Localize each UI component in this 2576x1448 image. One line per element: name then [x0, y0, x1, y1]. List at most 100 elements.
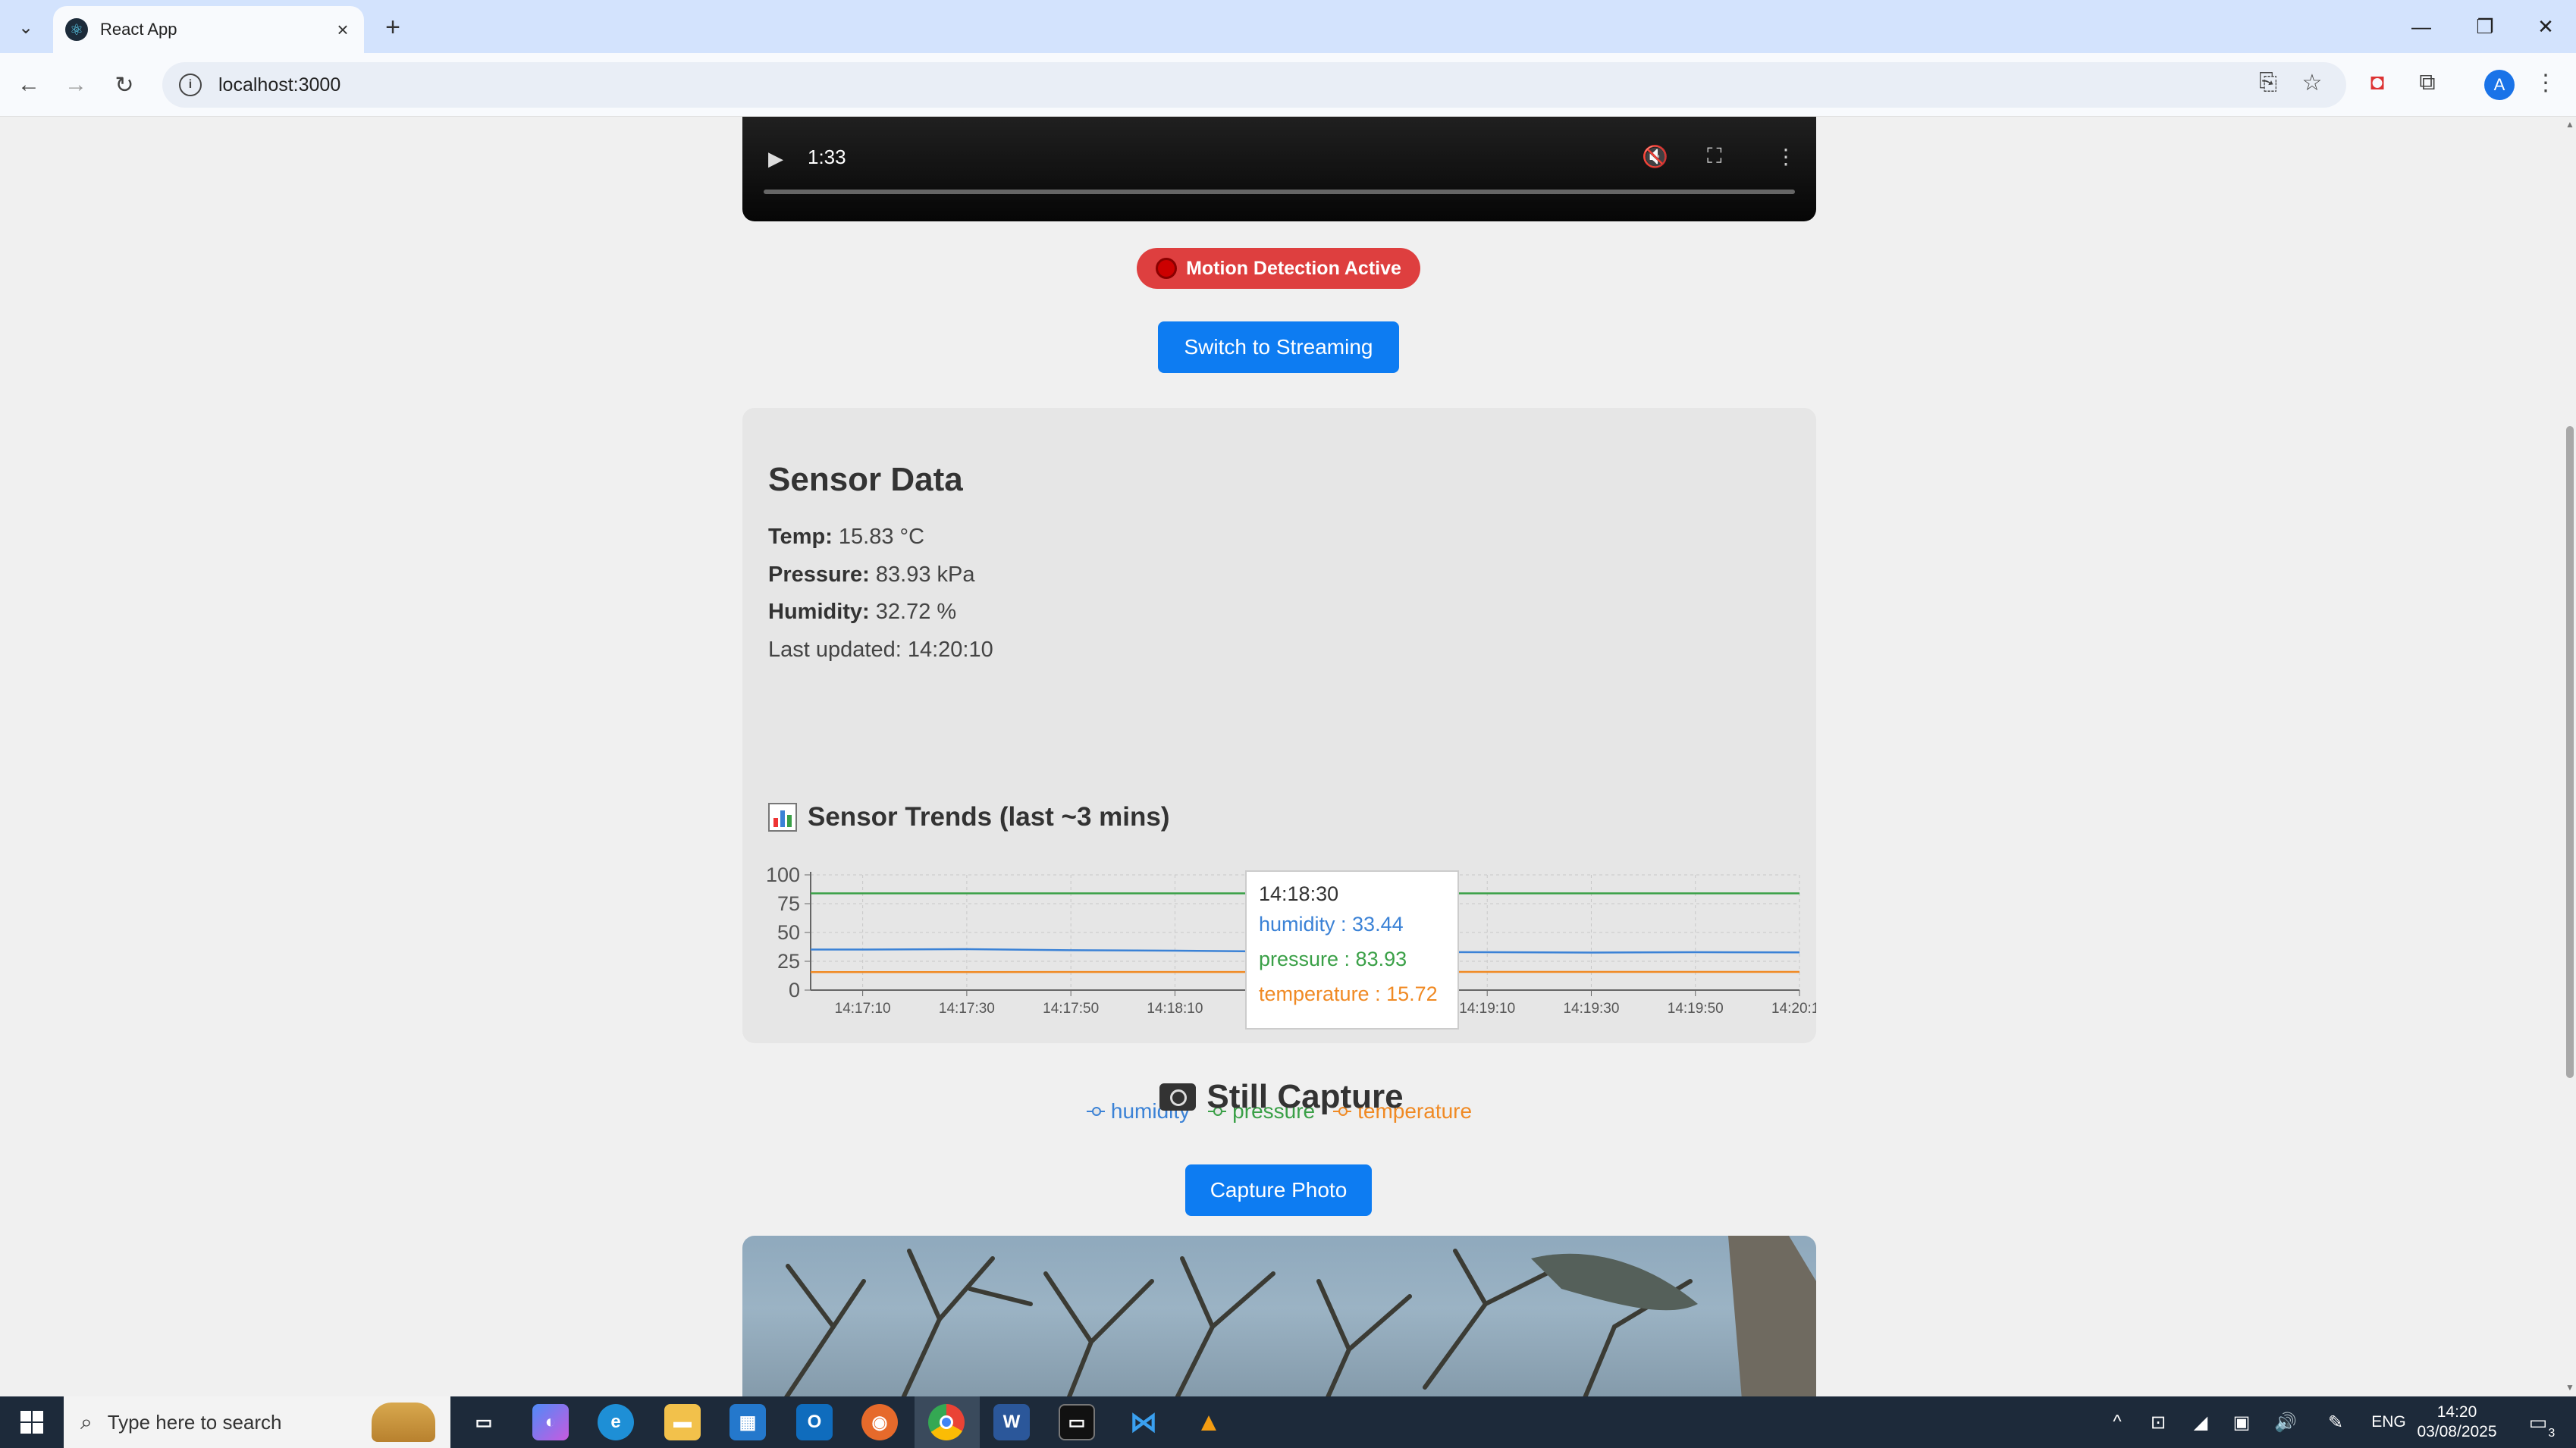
install-app-icon[interactable]: ⎘ — [2249, 64, 2287, 102]
x-tick-label: 14:17:30 — [939, 1001, 995, 1017]
word-icon[interactable]: W — [993, 1404, 1030, 1440]
chart-tooltip: 14:18:30 humidity : 33.44 pressure : 83.… — [1245, 870, 1459, 1030]
notification-count: 3 — [2548, 1426, 2556, 1440]
terminal-icon[interactable]: ▭ — [1059, 1404, 1095, 1440]
video-time: 1:33 — [808, 146, 846, 168]
tooltip-humidity: humidity : 33.44 — [1259, 913, 1404, 936]
switch-to-streaming-button[interactable]: Switch to Streaming — [1158, 321, 1399, 373]
clock[interactable]: 14:20 03/08/2025 — [2404, 1403, 2510, 1442]
page-content: ▶ 1:33 🔇 ⛶ ⋮ Motion Detection Active Swi… — [0, 117, 2563, 1396]
x-tick-label: 14:19:10 — [1459, 1001, 1515, 1017]
clock-date: 03/08/2025 — [2417, 1423, 2497, 1440]
y-tick-label: 25 — [777, 950, 800, 973]
restore-button[interactable]: ❐ — [2458, 8, 2512, 45]
x-tick-label: 14:18:10 — [1147, 1001, 1203, 1017]
x-tick-label: 14:17:10 — [835, 1001, 891, 1017]
chrome-icon[interactable] — [928, 1404, 965, 1440]
still-capture-title-row: Still Capture — [0, 1078, 2563, 1116]
close-window-button[interactable]: ✕ — [2519, 8, 2572, 45]
trends-title: Sensor Trends (last ~3 mins) — [808, 802, 1170, 832]
volume-icon[interactable]: 🔊 — [2270, 1396, 2301, 1448]
address-bar[interactable]: i localhost:3000 — [162, 62, 2346, 108]
display-icon[interactable]: ▣ — [2226, 1396, 2257, 1448]
sensor-card: Sensor Data Temp: 15.83 °C Pressure: 83.… — [742, 408, 1816, 1123]
scroll-up-icon[interactable]: ▲ — [2565, 120, 2574, 129]
y-tick-label: 75 — [777, 892, 800, 915]
search-icon: ⌕ — [80, 1409, 93, 1434]
scroll-down-icon[interactable]: ▼ — [2565, 1383, 2574, 1392]
x-tick-label: 14:20:10 — [1771, 1001, 1816, 1017]
reload-icon[interactable]: ↻ — [106, 67, 143, 103]
camera-icon — [1159, 1083, 1197, 1111]
new-tab-button[interactable]: + — [376, 11, 409, 44]
vscode-icon[interactable]: ⋈ — [1125, 1404, 1162, 1440]
search-placeholder: Type here to search — [107, 1410, 282, 1434]
wifi-icon[interactable]: ◢ — [2185, 1396, 2216, 1448]
url-text: localhost:3000 — [218, 74, 341, 96]
start-button[interactable] — [0, 1396, 64, 1448]
extension-pocket-icon[interactable]: ◘ — [2358, 64, 2396, 102]
humidity-row: Humidity: 32.72 % — [768, 600, 956, 625]
outlook-icon[interactable]: O — [796, 1404, 833, 1440]
scroll-thumb[interactable] — [2566, 426, 2574, 1078]
taskbar-search[interactable]: ⌕ Type here to search — [64, 1396, 450, 1448]
motion-status-label: Motion Detection Active — [1186, 257, 1401, 279]
menu-kebab-icon[interactable]: ⋮ — [2527, 64, 2565, 102]
pen-icon[interactable]: ✎ — [2319, 1396, 2352, 1448]
task-view-icon[interactable]: ▭ — [466, 1404, 502, 1440]
tab-bar: ⌄ ⚛ React App × + — ❐ ✕ — [0, 0, 2576, 53]
back-icon[interactable]: ← — [11, 67, 47, 103]
video-progress-bar[interactable] — [764, 190, 1795, 194]
file-explorer-icon[interactable]: ▬ — [664, 1404, 701, 1440]
search-highlight-image — [372, 1403, 435, 1442]
mute-icon[interactable]: 🔇 — [1642, 144, 1668, 169]
tooltip-time: 14:18:30 — [1259, 882, 1339, 905]
y-tick-label: 50 — [777, 921, 800, 944]
play-icon[interactable]: ▶ — [768, 147, 783, 171]
capture-photo-button[interactable]: Capture Photo — [1185, 1164, 1372, 1216]
temp-row: Temp: 15.83 °C — [768, 525, 924, 550]
tooltip-temperature: temperature : 15.72 — [1259, 983, 1438, 1005]
windows-logo-icon — [20, 1411, 43, 1434]
photo-branches-image — [784, 1236, 1816, 1396]
extensions-puzzle-icon[interactable]: ⧉ — [2408, 64, 2446, 102]
bar-chart-icon — [768, 803, 797, 832]
y-tick-label: 0 — [789, 979, 800, 1001]
profile-avatar[interactable]: A — [2484, 70, 2515, 100]
sensor-title: Sensor Data — [768, 461, 963, 498]
temp-label: Temp: — [768, 525, 833, 549]
close-tab-icon[interactable]: × — [329, 16, 356, 43]
last-updated: Last updated: 14:20:10 — [768, 638, 993, 662]
forward-icon[interactable]: → — [58, 67, 94, 103]
tab-title: React App — [100, 20, 177, 39]
edge-icon[interactable]: e — [598, 1404, 634, 1440]
copilot-icon[interactable]: ◐ — [532, 1404, 569, 1440]
fullscreen-icon[interactable]: ⛶ — [1707, 144, 1722, 169]
trends-title-row: Sensor Trends (last ~3 mins) — [768, 802, 1170, 832]
red-circle-icon — [1156, 258, 1178, 279]
x-tick-label: 14:17:50 — [1043, 1001, 1099, 1017]
network-device-icon[interactable]: ⊡ — [2143, 1396, 2173, 1448]
notifications-icon[interactable]: ▭ 3 — [2519, 1396, 2557, 1448]
firefox-icon[interactable]: ◉ — [861, 1404, 898, 1440]
page-scrollbar[interactable]: ▲ ▼ — [2563, 117, 2576, 1396]
humidity-value: 32.72 % — [875, 600, 957, 624]
pressure-row: Pressure: 83.93 kPa — [768, 563, 974, 588]
browser-toolbar: ← → ↻ i localhost:3000 ⎘ ☆ ◘ ⧉ ⋮ — [0, 53, 2576, 117]
x-tick-label: 14:19:30 — [1563, 1001, 1619, 1017]
show-hidden-icons[interactable]: ^ — [2102, 1396, 2132, 1448]
site-info-icon[interactable]: i — [179, 74, 202, 96]
clock-time: 14:20 — [2436, 1403, 2477, 1421]
windows-taskbar: ⌕ Type here to search ▭ ◐ e ▬ ▦ O ◉ W ▭ … — [0, 1396, 2576, 1448]
bookmark-star-icon[interactable]: ☆ — [2293, 64, 2331, 102]
video-player[interactable]: ▶ 1:33 🔇 ⛶ ⋮ — [742, 117, 1816, 221]
x-tick-label: 14:19:50 — [1668, 1001, 1724, 1017]
browser-tab[interactable]: ⚛ React App × — [53, 6, 364, 53]
vlc-icon[interactable]: ▲ — [1191, 1404, 1227, 1440]
minimize-button[interactable]: — — [2395, 8, 2448, 45]
store-icon[interactable]: ▦ — [730, 1404, 766, 1440]
humidity-label: Humidity: — [768, 600, 870, 624]
tab-search-button[interactable]: ⌄ — [9, 11, 42, 44]
video-options-icon[interactable]: ⋮ — [1775, 144, 1796, 169]
pressure-value: 83.93 kPa — [875, 563, 975, 587]
